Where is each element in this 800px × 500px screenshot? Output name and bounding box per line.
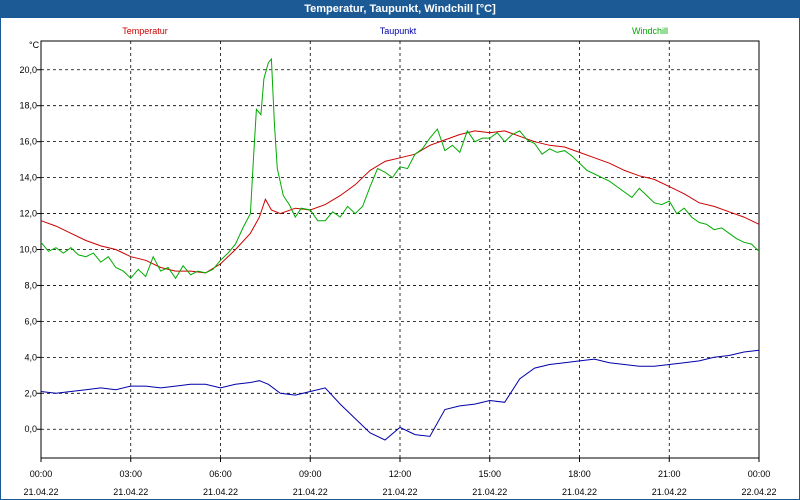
x-tick-time-label: 21:00 <box>658 469 681 479</box>
x-tick-date-label: 22.04.22 <box>741 487 776 497</box>
x-tick-date-label: 21.04.22 <box>113 487 148 497</box>
y-tick-label: 4,0 <box>24 352 37 362</box>
chart-svg: 0,02,04,06,08,010,012,014,016,018,020,0 … <box>19 26 777 497</box>
y-tick-label: 10,0 <box>19 245 37 255</box>
y-tick-label: 8,0 <box>24 280 37 290</box>
y-tick-label: 12,0 <box>19 209 37 219</box>
legend-taupunkt: Taupunkt <box>380 26 417 36</box>
series-lines <box>40 57 760 441</box>
y-tick-label: 20,0 <box>19 65 37 75</box>
y-tick-label: 18,0 <box>19 101 37 111</box>
x-tick-date-label: 21.04.22 <box>472 487 507 497</box>
x-tick-time-label: 03:00 <box>119 469 142 479</box>
legend-windchill: Windchill <box>632 26 668 36</box>
y-tick-label: 16,0 <box>19 137 37 147</box>
x-axis: 00:00 21.04.22 03:00 21.04.22 06:00 21.04.22 0… <box>23 458 777 497</box>
y-tick-label: 14,0 <box>19 173 37 183</box>
y-tick-label: 0,0 <box>24 424 37 434</box>
grid-lines <box>41 41 759 458</box>
x-tick-time-label: 06:00 <box>209 469 232 479</box>
x-tick-date-label: 21.04.22 <box>652 487 687 497</box>
chart-window: Temperatur, Taupunkt, Windchill [°C] 0,0… <box>0 0 800 500</box>
x-tick-time-label: 15:00 <box>478 469 501 479</box>
x-tick-date-label: 21.04.22 <box>23 487 58 497</box>
x-tick-date-label: 21.04.22 <box>562 487 597 497</box>
x-tick-time-label: 12:00 <box>389 469 412 479</box>
x-tick-date-label: 21.04.22 <box>382 487 417 497</box>
y-tick-label: 2,0 <box>24 388 37 398</box>
x-tick-time-label: 18:00 <box>568 469 591 479</box>
x-tick-time-label: 00:00 <box>748 469 771 479</box>
y-axis: 0,0 2,0 4,0 6,0 8,0 10,0 12,0 14,0 16,0 18,0 20,0 <box>19 65 41 434</box>
x-tick-time-label: 00:00 <box>30 469 53 479</box>
legend-temperatur: Temperatur <box>122 26 168 36</box>
y-axis-unit-label: °C <box>29 40 40 50</box>
y-tick-label: 6,0 <box>24 316 37 326</box>
x-tick-time-label: 09:00 <box>299 469 322 479</box>
x-tick-date-label: 21.04.22 <box>203 487 238 497</box>
x-tick-date-label: 21.04.22 <box>293 487 328 497</box>
